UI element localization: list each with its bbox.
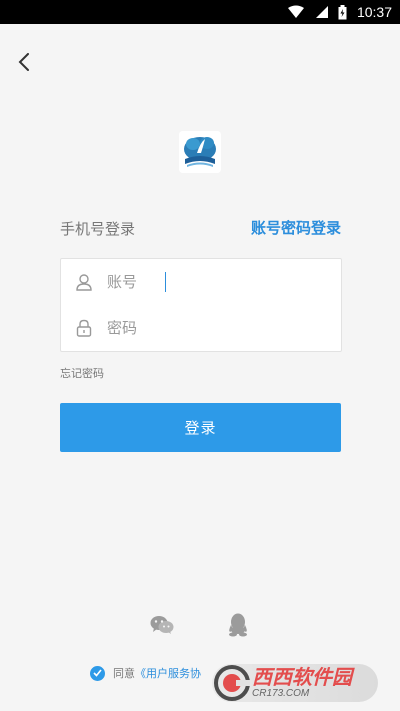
status-bar: 10:37 [0,0,400,24]
tab-phone-login[interactable]: 手机号登录 [60,218,135,239]
app-logo [179,131,221,173]
battery-icon [338,4,347,20]
tab-account-login[interactable]: 账号密码登录 [251,217,341,238]
password-input[interactable] [107,319,317,337]
wechat-icon [150,615,174,639]
forgot-password-link[interactable]: 忘记密码 [60,365,104,381]
lock-icon [61,305,107,351]
chevron-left-icon [17,53,31,75]
watermark-title: 西西软件园 [252,665,352,689]
wifi-icon [287,5,304,19]
watermark: 西西软件园 CR173.COM [212,664,378,702]
signal-icon [314,5,328,19]
user-icon [61,259,107,305]
qq-icon [228,613,248,641]
text-caret [165,272,166,292]
account-input[interactable] [107,273,317,291]
agreement-prefix: 同意 [113,667,135,680]
wechat-login-button[interactable] [149,614,175,640]
check-icon [93,667,102,680]
watermark-logo-icon [214,665,250,701]
agreement-checkbox[interactable] [90,665,105,681]
watermark-subtitle: CR173.COM [252,688,310,699]
qq-login-button[interactable] [225,613,251,641]
agreement-row: 同意 《用户服务协 [90,664,201,682]
watermark-text: 西西软件园 CR173.COM [252,667,352,699]
status-time: 10:37 [356,4,392,20]
login-form [60,258,342,352]
user-agreement-link[interactable]: 《用户服务协 [135,665,201,681]
back-button[interactable] [12,52,36,76]
status-icons: 10:37 [287,0,392,24]
login-button[interactable]: 登录 [60,403,341,452]
account-row [61,259,341,305]
password-row [61,305,341,351]
